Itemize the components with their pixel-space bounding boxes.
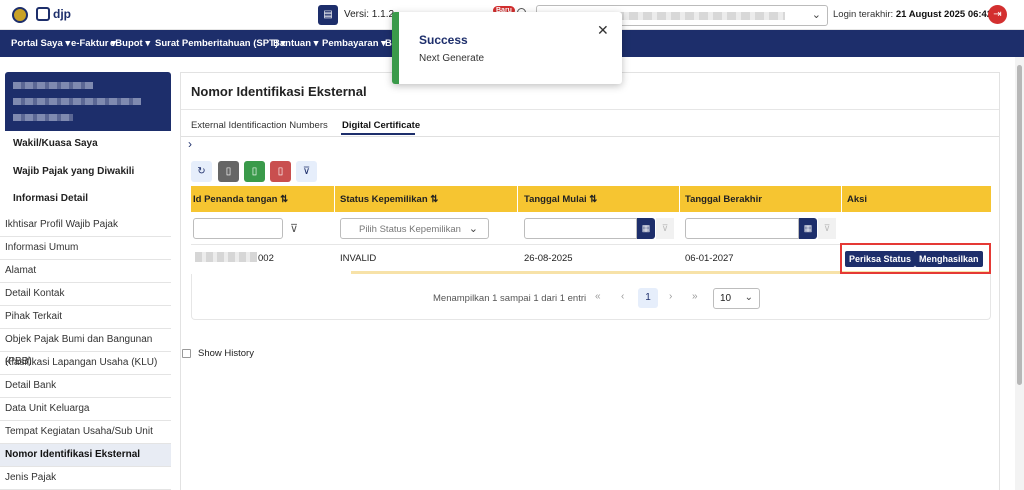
- success-toast: Success Next Generate ✕: [392, 12, 622, 84]
- generate-button[interactable]: Menghasilkan: [915, 251, 983, 267]
- nav-pembayaran[interactable]: Pembayaran ▾: [322, 38, 386, 49]
- page-title: Nomor Identifikasi Eksternal: [191, 84, 367, 99]
- sidebar-item-klu[interactable]: Klasifikasi Lapangan Usaha (KLU): [0, 352, 171, 375]
- toast-message: Next Generate: [419, 53, 485, 64]
- nav-portal-saya[interactable]: Portal Saya ▾: [11, 38, 70, 49]
- sidebar-section-diwakili[interactable]: Wajib Pajak yang Diwakili: [5, 166, 171, 177]
- chevron-down-icon: ⌄: [744, 292, 753, 303]
- redacted-id: [13, 98, 141, 105]
- sidebar-item-informasi-umum[interactable]: Informasi Umum: [0, 237, 171, 260]
- scrollbar[interactable]: [1015, 57, 1024, 490]
- first-page-icon[interactable]: «: [595, 291, 601, 302]
- clear-filter-icon[interactable]: ⊽: [296, 161, 317, 182]
- sidebar-section-informasi-detail[interactable]: Informasi Detail: [5, 193, 171, 204]
- check-status-button[interactable]: Periksa Status: [845, 251, 916, 267]
- show-history-label[interactable]: Show History: [198, 348, 254, 359]
- scrollbar-thumb[interactable]: [1017, 65, 1022, 385]
- version-label: Versi: 1.1.2-: [344, 9, 398, 20]
- divider: [679, 186, 680, 212]
- nav-bantuan[interactable]: Bantuan ▾: [273, 38, 318, 49]
- chevron-down-icon: ⌄: [811, 9, 821, 21]
- prev-page-icon[interactable]: ‹: [621, 291, 624, 302]
- refresh-icon[interactable]: ↻: [191, 161, 212, 182]
- cell-end-date: 06-01-2027: [685, 253, 734, 264]
- column-header-start-date[interactable]: Tanggal Mulai ⇅: [524, 194, 597, 205]
- nav-more[interactable]: B: [385, 38, 392, 49]
- divider: [181, 109, 999, 110]
- sidebar-item-pbb[interactable]: Objek Pajak Bumi dan Bangunan (PBB): [0, 329, 171, 367]
- garuda-emblem-icon: [12, 7, 28, 23]
- sidebar-item-alamat[interactable]: Alamat: [0, 260, 171, 283]
- cell-status: INVALID: [340, 253, 377, 264]
- filter-icon: ⊽: [818, 218, 836, 239]
- id-filter-input[interactable]: [193, 218, 283, 239]
- status-filter-placeholder: Pilih Status Kepemilikan: [359, 224, 461, 235]
- filter-icon: ⊽: [656, 218, 674, 239]
- logout-icon[interactable]: ⇥: [988, 5, 1007, 24]
- chevron-down-icon: ⌄: [468, 223, 478, 235]
- cell-id: 002: [258, 253, 274, 264]
- redacted-detail: [13, 114, 73, 121]
- toast-title: Success: [419, 33, 468, 47]
- nav-ebupot[interactable]: eBupot ▾: [110, 38, 150, 49]
- status-filter-select[interactable]: Pilih Status Kepemilikan ⌄: [340, 218, 489, 239]
- pdf-icon[interactable]: ▯: [270, 161, 291, 182]
- chevron-right-icon[interactable]: ›: [188, 137, 192, 151]
- sidebar-section-wakil[interactable]: Wakil/Kuasa Saya: [5, 138, 171, 149]
- sidebar-item-detail-kontak[interactable]: Detail Kontak: [0, 283, 171, 306]
- column-header-actions: Aksi: [847, 194, 868, 205]
- table-header: Id Penanda tangan ⇅ Status Kepemilikan ⇅…: [191, 186, 991, 212]
- nav-spt[interactable]: Surat Pemberitahuan (SPT) ▾: [155, 38, 285, 49]
- djp-logo-text: djp: [53, 7, 71, 21]
- column-header-end-date[interactable]: Tanggal Berakhir: [685, 194, 762, 205]
- document-icon[interactable]: ▤: [318, 5, 338, 25]
- tab-external-identification[interactable]: External Identificaction Numbers: [191, 120, 328, 131]
- sidebar-item-unit-keluarga[interactable]: Data Unit Keluarga: [0, 398, 171, 421]
- sidebar-item-jenis-pajak[interactable]: Jenis Pajak: [0, 467, 171, 490]
- active-tab-indicator: [341, 133, 415, 135]
- redacted-name: [13, 82, 93, 89]
- divider: [181, 136, 999, 137]
- next-page-icon[interactable]: ›: [669, 291, 672, 302]
- close-icon[interactable]: ✕: [597, 22, 609, 39]
- column-header-id[interactable]: Id Penanda tangan ⇅: [193, 194, 288, 205]
- divider: [334, 186, 335, 212]
- page-size-select[interactable]: 10 ⌄: [713, 288, 760, 309]
- sidebar-item-pihak-terkait[interactable]: Pihak Terkait: [0, 306, 171, 329]
- pagination-summary: Menampilkan 1 sampai 1 dari 1 entri: [433, 293, 587, 304]
- sidebar-item-tempat-usaha[interactable]: Tempat Kegiatan Usaha/Sub Unit: [0, 421, 171, 444]
- last-login-label: Login terakhir:: [833, 9, 894, 20]
- column-header-status[interactable]: Status Kepemilikan ⇅: [340, 194, 438, 205]
- pagination: [191, 274, 991, 320]
- sidebar-item-ikhtisar[interactable]: Ikhtisar Profil Wajib Pajak: [0, 214, 171, 237]
- page-number[interactable]: 1: [638, 288, 658, 308]
- cell-start-date: 26-08-2025: [524, 253, 573, 264]
- djp-logo-icon: [36, 7, 50, 21]
- calendar-icon[interactable]: ▦: [637, 218, 655, 239]
- filter-icon[interactable]: ⊽: [290, 222, 298, 235]
- sidebar-item-nomor-identifikasi[interactable]: Nomor Identifikasi Eksternal: [0, 444, 171, 467]
- show-history-checkbox[interactable]: [182, 349, 191, 358]
- tab-digital-certificate[interactable]: Digital Certificate: [342, 120, 420, 131]
- calendar-icon[interactable]: ▦: [799, 218, 817, 239]
- start-date-input[interactable]: [524, 218, 637, 239]
- filter-row: ⊽ Pilih Status Kepemilikan ⌄ ▦ ⊽ ▦ ⊽: [191, 212, 991, 245]
- page-size-value: 10: [720, 293, 732, 304]
- redacted-id-prefix: [195, 252, 257, 262]
- divider: [517, 186, 518, 212]
- excel-icon[interactable]: ▯: [244, 161, 265, 182]
- divider: [841, 186, 842, 212]
- file-icon[interactable]: ▯: [218, 161, 239, 182]
- last-page-icon[interactable]: »: [692, 291, 698, 302]
- last-login-info: Login terakhir: 21 August 2025 06:42:24: [833, 9, 1006, 20]
- profile-card: [5, 72, 171, 131]
- sidebar-item-detail-bank[interactable]: Detail Bank: [0, 375, 171, 398]
- end-date-input[interactable]: [685, 218, 799, 239]
